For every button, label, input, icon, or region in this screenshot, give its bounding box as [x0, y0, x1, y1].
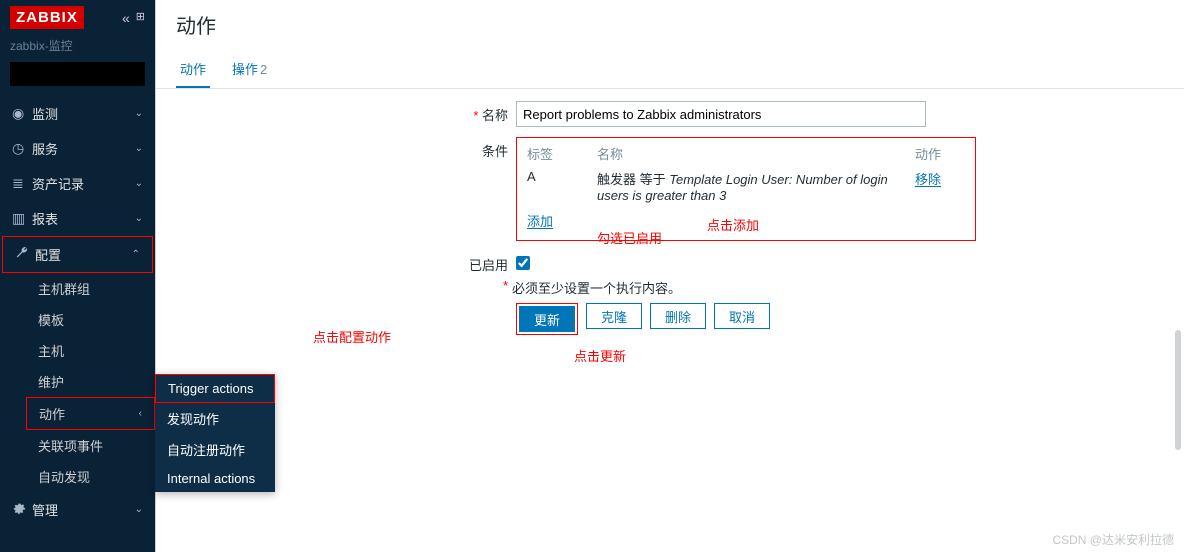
nav-admin[interactable]: 管理 ⌄ — [0, 492, 155, 527]
annot-click-add: 点击添加 — [707, 215, 759, 234]
list-icon: ≣ — [12, 175, 32, 192]
chevron-down-icon: ⌄ — [135, 213, 143, 224]
flyout-trigger-actions[interactable]: Trigger actions — [155, 374, 275, 403]
logo: ZABBIX — [10, 6, 84, 29]
flyout-discovery[interactable]: 发现动作 — [155, 403, 275, 434]
nav-report-label: 报表 — [32, 209, 58, 228]
nav-inventory[interactable]: ≣资产记录 ⌄ — [0, 166, 155, 201]
nav-monitor[interactable]: ◉监测 ⌄ — [0, 96, 155, 131]
chevron-up-icon: ⌃ — [132, 249, 140, 260]
sub-hosts[interactable]: 主机 — [0, 335, 155, 366]
collapse-icon[interactable]: « — [122, 10, 130, 26]
actions-flyout: Trigger actions 发现动作 自动注册动作 Internal act… — [155, 374, 275, 492]
annot-config-actions: 点击配置动作 — [313, 327, 391, 346]
cond-a-desc: 触发器 等于 Template Login User: Number of lo… — [597, 169, 915, 203]
eye-icon: ◉ — [12, 105, 32, 122]
tab-action[interactable]: 动作 — [176, 51, 210, 88]
annot-check-enabled: 勾选已启用 — [597, 228, 662, 247]
nav-service-label: 服务 — [32, 139, 58, 158]
warn-asterisk: * — [156, 278, 516, 293]
flyout-internal[interactable]: Internal actions — [155, 465, 275, 492]
cancel-button[interactable]: 取消 — [714, 303, 770, 329]
sub-correlation[interactable]: 关联项事件 — [0, 430, 155, 461]
chevron-down-icon: ⌄ — [135, 108, 143, 119]
name-label: 名称 — [156, 101, 516, 124]
nav-admin-label: 管理 — [32, 500, 58, 519]
chart-icon: ▥ — [12, 210, 32, 227]
form: 名称 条件 标签 名称 动作 A 触发器 等于 Template Login U… — [156, 89, 1184, 335]
main-content: 动作 动作 操作2 名称 条件 标签 名称 动作 A 触发器 等于 Templa… — [155, 0, 1184, 552]
conditions-box: 标签 名称 动作 A 触发器 等于 Template Login User: N… — [516, 137, 976, 241]
sub-actions[interactable]: 动作 ‹ — [26, 397, 155, 430]
sub-hostgroups[interactable]: 主机群组 — [0, 273, 155, 304]
chevron-down-icon: ⌄ — [135, 504, 143, 515]
annot-click-update: 点击更新 — [574, 346, 626, 365]
update-highlight: 更新 — [516, 303, 578, 335]
cond-head-name: 名称 — [597, 144, 915, 163]
logo-row: ZABBIX « ⊞ — [0, 0, 155, 35]
tab-operations-count: 2 — [260, 62, 267, 77]
header-icons: « ⊞ — [122, 10, 145, 26]
watermark: CSDN @达米安利拉德 — [1052, 531, 1174, 548]
tab-operations[interactable]: 操作2 — [228, 51, 271, 88]
update-button[interactable]: 更新 — [519, 306, 575, 332]
button-row: 更新 克隆 删除 取消 — [516, 303, 1184, 335]
clock-icon: ◷ — [12, 140, 32, 157]
search-input[interactable] — [16, 67, 171, 81]
name-input[interactable] — [516, 101, 926, 127]
cond-a-prefix: 触发器 等于 — [597, 172, 669, 187]
add-condition-link[interactable]: 添加 — [527, 214, 553, 229]
server-name: zabbix-监控 — [0, 35, 155, 62]
cond-a-remove[interactable]: 移除 — [915, 172, 941, 187]
nav-config[interactable]: 配置 ⌃ — [2, 236, 153, 273]
chevron-left-icon: ‹ — [139, 408, 142, 419]
cond-header: 标签 名称 动作 — [527, 144, 965, 163]
sub-templates[interactable]: 模板 — [0, 304, 155, 335]
delete-button[interactable]: 删除 — [650, 303, 706, 329]
wrench-icon — [15, 246, 35, 263]
grid-icon[interactable]: ⊞ — [136, 10, 145, 26]
gear-icon — [12, 501, 32, 518]
cond-a-tag: A — [527, 169, 597, 203]
sidebar: ZABBIX « ⊞ zabbix-监控 ◉监测 ⌄ ◷服务 ⌄ ≣资产记录 ⌄ ▥报… — [0, 0, 155, 552]
warn-text: 必须至少设置一个执行内容。 — [512, 278, 681, 297]
enabled-checkbox[interactable] — [516, 256, 530, 270]
enabled-label: 已启用 — [156, 251, 516, 274]
sub-discovery[interactable]: 自动发现 — [0, 461, 155, 492]
nav-inventory-label: 资产记录 — [32, 174, 84, 193]
cond-head-action: 动作 — [915, 144, 965, 163]
scrollbar[interactable] — [1175, 330, 1181, 450]
tabs: 动作 操作2 — [156, 51, 1184, 89]
cond-label: 条件 — [156, 137, 516, 160]
cond-row-a: A 触发器 等于 Template Login User: Number of … — [527, 169, 965, 203]
nav-report[interactable]: ▥报表 ⌄ — [0, 201, 155, 236]
tab-operations-label: 操作 — [232, 62, 258, 77]
chevron-down-icon: ⌄ — [135, 143, 143, 154]
cond-head-label: 标签 — [527, 144, 597, 163]
nav-monitor-label: 监测 — [32, 104, 58, 123]
sub-actions-label: 动作 — [39, 404, 65, 423]
search-box[interactable] — [10, 62, 145, 86]
nav-service[interactable]: ◷服务 ⌄ — [0, 131, 155, 166]
flyout-autoreg[interactable]: 自动注册动作 — [155, 434, 275, 465]
nav-config-label: 配置 — [35, 245, 61, 264]
chevron-down-icon: ⌄ — [135, 178, 143, 189]
clone-button[interactable]: 克隆 — [586, 303, 642, 329]
page-title: 动作 — [156, 0, 1184, 51]
sub-maintenance[interactable]: 维护 — [0, 366, 155, 397]
